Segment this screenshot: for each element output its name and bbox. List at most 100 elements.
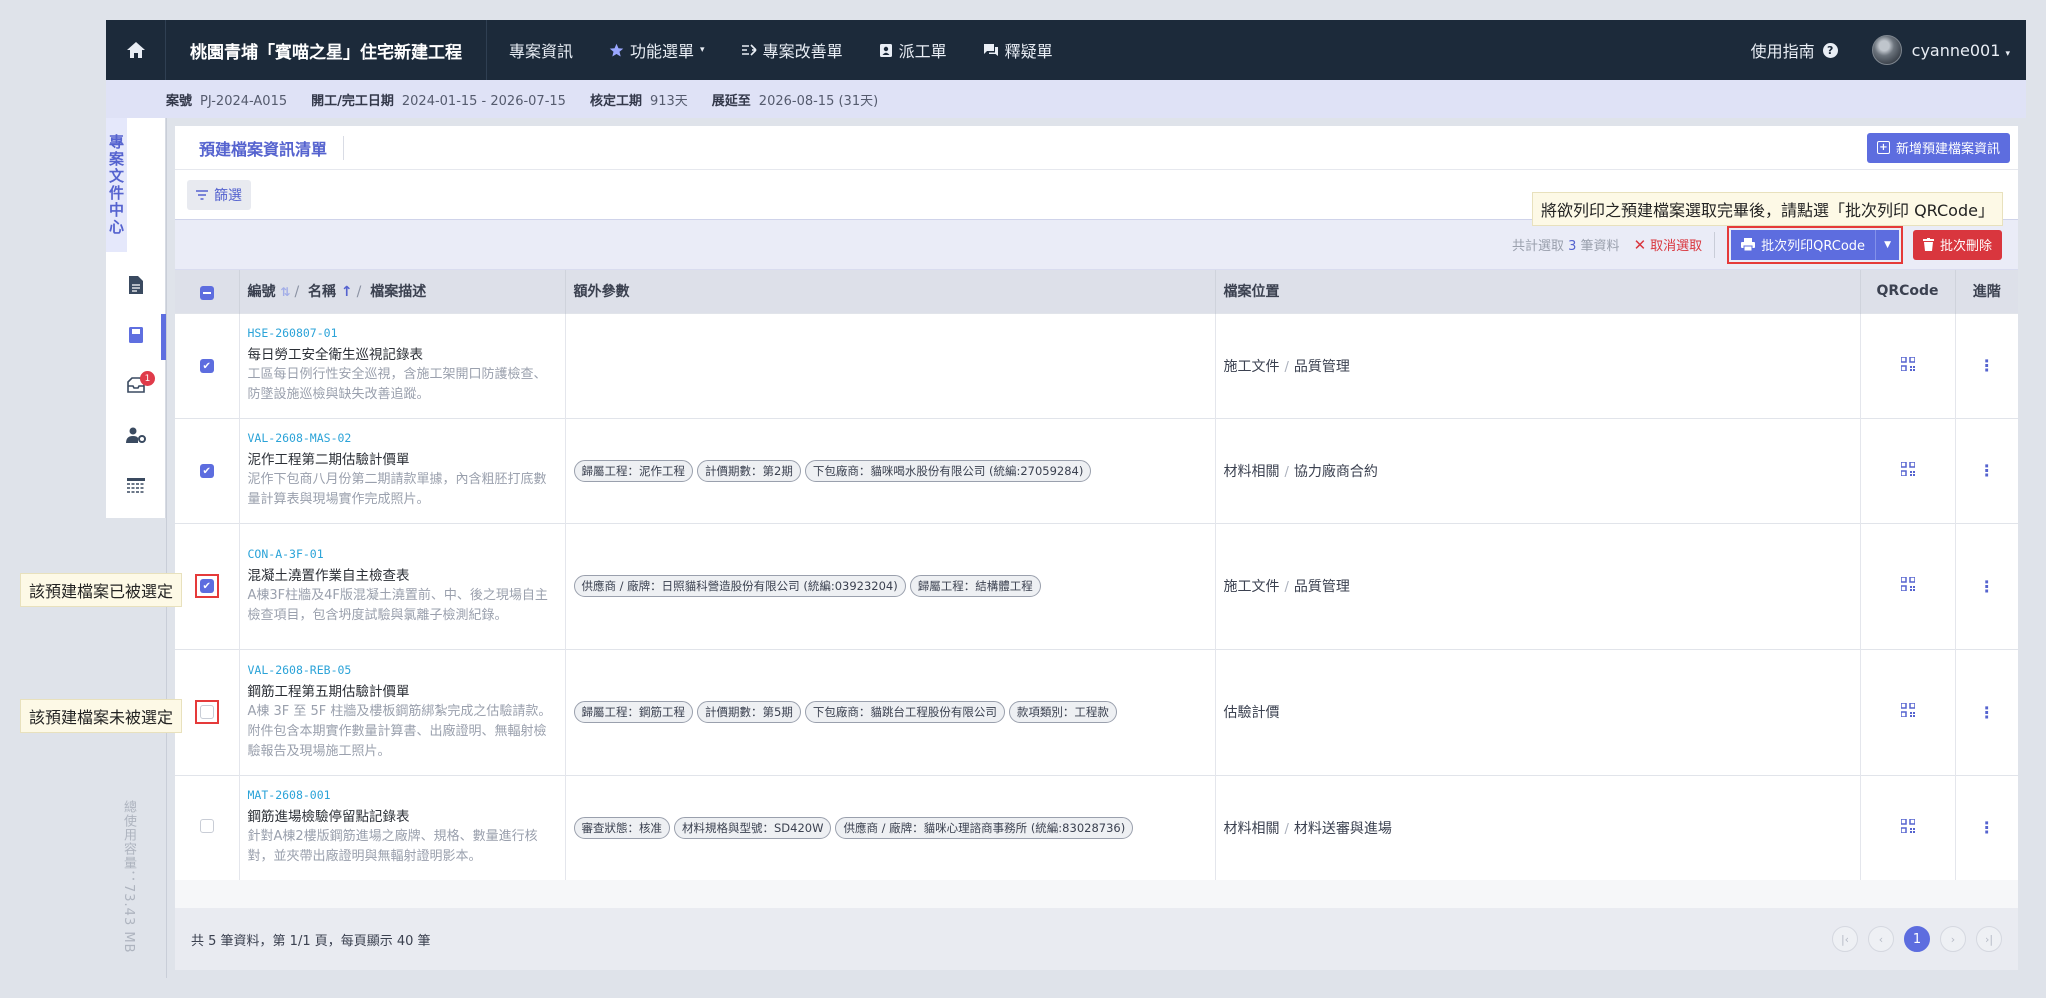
file-code[interactable]: VAL-2608-MAS-02 [248,431,557,445]
file-name: 泥作工程第二期估驗計價單 [247,452,410,468]
table-row[interactable]: ✔ CON-A-3F-01 混凝土澆置作業自主檢查表 A棟3F柱牆及4F版混凝土… [175,522,2018,649]
divider [1714,231,1716,258]
row-checkbox-cell: ✔ [175,417,240,523]
sort-both-icon[interactable]: ⇅ [280,285,290,299]
file-code[interactable]: CON-A-3F-01 [248,547,557,561]
file-description: A棟3F柱牆及4F版混凝土澆置前、中、後之現場自主檢查項目，包含坍度試驗與氯離子… [247,587,548,623]
param-tag: 下包廠商：貓咪喝水股份有限公司 (統編:27059284) [804,459,1092,482]
selection-suffix: 筆資料 [1580,239,1620,254]
qrcode-icon[interactable] [1899,702,1916,721]
last-page-icon[interactable]: ›| [1976,926,2002,952]
header-code-name: 編號 ⇅ / 名稱 ↑ / 檔案描述 [239,270,566,313]
divider [166,118,167,978]
table-icon [126,478,145,493]
nav-project-info[interactable]: 專案資訊 [491,20,591,80]
param-tag: 計價期數：第5期 [697,701,801,723]
more-vertical-icon[interactable]: ⋮ [1979,703,1995,722]
file-code[interactable]: VAL-2608-REB-05 [248,663,557,677]
header-code[interactable]: 編號 [248,284,276,300]
avatar[interactable] [1871,35,1902,65]
table-row[interactable]: MAT-2608-001 鋼筋進場檢驗停留點記錄表 針對A棟2樓版鋼筋進場之廠牌… [175,774,2018,880]
sidebar-item-documents[interactable] [106,260,165,310]
cancel-selection-button[interactable]: ✕ 取消選取 [1634,235,1703,255]
param-tag: 審查狀態：核准 [573,816,670,839]
user-menu[interactable]: cyanne001 ▾ [1912,41,2010,60]
nav-improvement[interactable]: 專案改善單 [723,20,861,80]
prev-page-icon[interactable]: ‹ [1868,926,1894,952]
qrcode-icon[interactable] [1899,576,1916,595]
table-row[interactable]: ✔ HSE-260807-01 每日勞工安全衛生巡視記錄表 工區每日例行性安全巡… [175,312,2018,418]
batch-print-main[interactable]: 批次列印QRCode [1731,229,1877,260]
selection-number: 3 [1568,239,1577,254]
location-cell: 施工文件 / 品質管理 [1215,312,1861,418]
file-code[interactable]: MAT-2608-001 [248,788,557,802]
filter-icon [196,189,208,200]
more-vertical-icon[interactable]: ⋮ [1979,577,1995,596]
sidebar-item-inbox[interactable]: 1 [106,360,165,410]
batch-print-qrcode-button[interactable]: 批次列印QRCode ▼ [1731,229,1899,260]
main-panel: 預建檔案資訊清單 + 新增預建檔案資訊 篩選 共計選取 3 筆資料 ✕ 取消選取… [175,126,2018,970]
add-prebuilt-button[interactable]: + 新增預建檔案資訊 [1866,132,2010,163]
page-number[interactable]: 1 [1904,926,1930,952]
sort-asc-icon[interactable]: ↑ [341,284,353,300]
param-tag: 歸屬工程：鋼筋工程 [573,701,693,723]
sidebar-item-prebuilt[interactable] [106,310,166,360]
printer-icon [1741,238,1756,251]
row-checkbox[interactable] [199,818,214,833]
more-vertical-icon[interactable]: ⋮ [1979,461,1995,480]
project-title[interactable]: 桃園青埔「賓喵之星」住宅新建工程 [166,20,487,80]
extra-cell: 審查狀態：核准 材料規格與型號：SD420W 供應商 / 廠牌：貓咪心理諮商事務所 … [565,774,1216,880]
table-footer: 共 5 筆資料，第 1/1 頁，每頁顯示 40 筆 |‹ ‹ 1 › ›| [175,908,2018,970]
home-button[interactable] [106,20,166,80]
qrcode-icon[interactable] [1899,460,1916,480]
nav-dispatch[interactable]: 派工單 [861,20,965,80]
file-name: 每日勞工安全衛生巡視記錄表 [247,347,424,363]
more-cell: ⋮ [1955,522,2018,649]
table-row[interactable]: VAL-2608-REB-05 鋼筋工程第五期估驗計價單 A棟 3F 至 5F … [175,648,2018,775]
selected-hint-callout: 該預建檔案已被選定 [20,573,183,607]
row-checkbox-cell: ✔ [175,312,240,418]
trash-icon [1922,238,1934,251]
select-all-checkbox[interactable] [199,286,214,301]
nav-clarification[interactable]: 釋疑單 [965,20,1071,80]
location-segment: 協力廠商合約 [1293,463,1378,480]
chat-icon [983,43,998,56]
param-tag: 款項類別：工程款 [1008,701,1117,723]
qrcode-icon[interactable] [1899,818,1916,837]
more-vertical-icon[interactable]: ⋮ [1979,818,1995,837]
next-page-icon[interactable]: › [1940,926,1966,952]
header-name[interactable]: 名稱 [308,284,336,300]
sidebar-title: 專案文件中心 [106,118,127,252]
extension-value: 2026-08-15 (31天) [758,93,879,109]
batch-delete-button[interactable]: 批次刪除 [1912,229,2002,260]
first-page-icon[interactable]: |‹ [1832,926,1858,952]
location-segment: 材料相關 [1223,463,1280,480]
approved-period-value: 913天 [649,93,688,109]
qrcode-cell [1860,312,1956,418]
table-row[interactable]: ✔ VAL-2608-MAS-02 泥作工程第二期估驗計價單 泥作下包商八月份第… [175,417,2018,523]
row-checkbox-cell [175,648,240,775]
param-tag: 歸屬工程：泥作工程 [573,459,693,482]
location-segment: 材料送審與進場 [1293,820,1392,837]
row-checkbox[interactable]: ✔ [199,359,214,374]
name-cell: HSE-260807-01 每日勞工安全衛生巡視記錄表 工區每日例行性安全巡視，… [239,312,566,418]
more-vertical-icon[interactable]: ⋮ [1979,356,1995,375]
user-guide-link[interactable]: 使用指南 ? [1751,38,1838,62]
file-description: A棟 3F 至 5F 柱牆及樓板鋼筋綁紮完成之估驗請款。附件包含本期實作數量計算… [247,703,552,759]
row-checkbox[interactable]: ✔ [199,464,214,479]
location-cell: 估驗計價 [1215,648,1861,775]
nav-function-menu[interactable]: 功能選單 ▾ [591,20,723,80]
file-code[interactable]: HSE-260807-01 [248,326,557,340]
caret-down-icon[interactable]: ▼ [1876,240,1899,250]
select-all-cell [175,270,240,313]
name-cell: VAL-2608-MAS-02 泥作工程第二期估驗計價單 泥作下包商八月份第二期… [239,417,566,523]
extension: 展延至 2026-08-15 (31天) [712,90,878,109]
row-checkbox[interactable] [199,705,214,719]
qrcode-icon[interactable] [1899,355,1916,375]
filter-button[interactable]: 篩選 [187,179,251,210]
file-name: 混凝土澆置作業自主檢查表 [247,567,410,584]
sidebar-item-table[interactable] [106,460,165,510]
row-checkbox[interactable]: ✔ [199,579,214,593]
sidebar-item-user-settings[interactable] [106,410,165,460]
star-icon [609,43,624,56]
